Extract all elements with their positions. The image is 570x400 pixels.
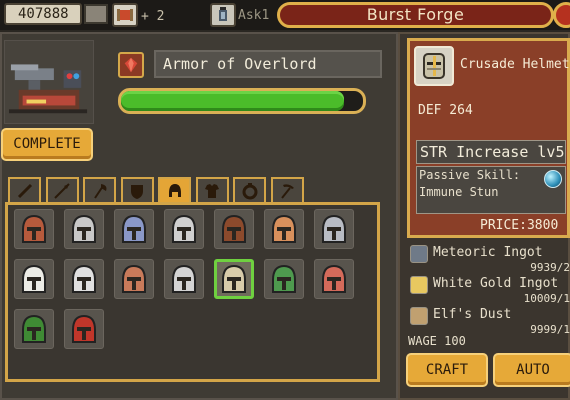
tab-axe[interactable] — [83, 177, 116, 203]
craft-button[interactable]: CRAFT — [406, 353, 488, 387]
tab-ring[interactable] — [233, 177, 266, 203]
material-name: Meteoric Ingot — [433, 245, 543, 260]
copper-helm-icon — [122, 264, 146, 293]
helmet-slot[interactable] — [214, 259, 254, 299]
helmet-slot[interactable] — [14, 259, 54, 299]
bronze-mask-icon — [272, 214, 296, 243]
helmet-slot[interactable] — [264, 209, 304, 249]
helmet-slot[interactable] — [264, 259, 304, 299]
jade-helm-icon — [22, 314, 46, 343]
plumed-helmet-icon — [122, 214, 146, 243]
inventory-item-slot[interactable] — [84, 4, 108, 24]
demon-helm-icon — [72, 314, 96, 343]
skull-helm-icon — [72, 264, 96, 293]
tab-helmet[interactable] — [158, 177, 191, 203]
white-hood-icon — [22, 264, 46, 293]
horned-helm-icon — [322, 264, 346, 293]
gold-counter: 407888 — [4, 3, 82, 25]
tab-shield[interactable] — [120, 177, 154, 203]
armor-icon — [205, 184, 219, 198]
material-count: 10009/1 — [523, 292, 570, 305]
hood-helmet-icon — [22, 214, 46, 243]
material-name: White Gold Ingot — [433, 276, 559, 291]
helmet-slot[interactable] — [314, 259, 354, 299]
gem-slot-icon[interactable] — [118, 52, 144, 78]
witch-hat-icon — [222, 214, 246, 243]
progress-fill — [121, 91, 344, 111]
helmet-slot[interactable] — [64, 309, 104, 349]
helmet-slot[interactable] — [64, 209, 104, 249]
iron-helmet-icon — [72, 214, 96, 243]
crusade-helmet-icon — [222, 264, 246, 293]
helmet-slot[interactable] — [164, 259, 204, 299]
scroll-item-icon[interactable] — [112, 3, 138, 27]
spear-icon — [54, 183, 70, 199]
window-title: Burst Forge — [277, 2, 554, 28]
wage-label: WAGE 100 — [408, 334, 466, 348]
item-count: + 2 — [141, 9, 165, 24]
helmet-slot[interactable] — [314, 209, 354, 249]
def-stat: DEF 264 — [418, 103, 473, 118]
white-gold-ingot-icon — [410, 276, 428, 294]
item-price: PRICE:3800 — [480, 218, 559, 233]
skill-name: STR Increase lv5 — [416, 140, 566, 164]
tab-armor[interactable] — [195, 177, 229, 203]
tab-pickaxe[interactable] — [270, 177, 304, 203]
material-name: Elf's Dust — [433, 307, 512, 322]
pickaxe-icon — [281, 184, 294, 199]
material-count: 9939/2 — [530, 261, 570, 274]
truncated-label: Ask1 — [238, 8, 270, 23]
tab-spear[interactable] — [45, 177, 79, 203]
helmet-slot[interactable] — [14, 309, 54, 349]
helmet-slot[interactable] — [64, 259, 104, 299]
crusade-helmet-icon — [414, 46, 454, 86]
helmet-slot[interactable] — [114, 209, 154, 249]
sword-icon — [17, 183, 32, 199]
forge-anvil-icon — [4, 40, 94, 124]
material-count: 9999/1 — [530, 323, 570, 336]
ring-icon — [242, 183, 257, 200]
detail-item-name: Crusade Helmet — [460, 57, 570, 72]
tab-sword[interactable] — [8, 177, 41, 203]
passive-skill-value: Immune Stun — [419, 185, 499, 199]
item-name-field: Armor of Overlord — [154, 50, 382, 78]
complete-button[interactable]: COMPLETE — [1, 128, 93, 161]
knight-helm-icon — [172, 264, 196, 293]
skull-cap-icon — [172, 214, 196, 243]
auto-button[interactable]: AUTO — [493, 353, 570, 387]
helmet-slot[interactable] — [114, 259, 154, 299]
helmet-icon — [168, 184, 181, 197]
helmet-slot[interactable] — [14, 209, 54, 249]
lantern-item-icon[interactable] — [210, 3, 236, 27]
meteoric-ingot-icon — [410, 245, 428, 263]
elf-dust-icon — [410, 307, 428, 325]
forge-progress-bar — [118, 88, 366, 114]
spiked-green-helm-icon — [272, 264, 296, 293]
axe-icon — [93, 184, 106, 199]
helmet-slot[interactable] — [164, 209, 204, 249]
passive-skill-label: Passive Skill: — [419, 168, 521, 182]
shield-icon — [131, 185, 143, 199]
helmet-slot[interactable] — [214, 209, 254, 249]
skill-orb-icon — [544, 170, 562, 188]
steel-helm-icon — [322, 214, 346, 243]
